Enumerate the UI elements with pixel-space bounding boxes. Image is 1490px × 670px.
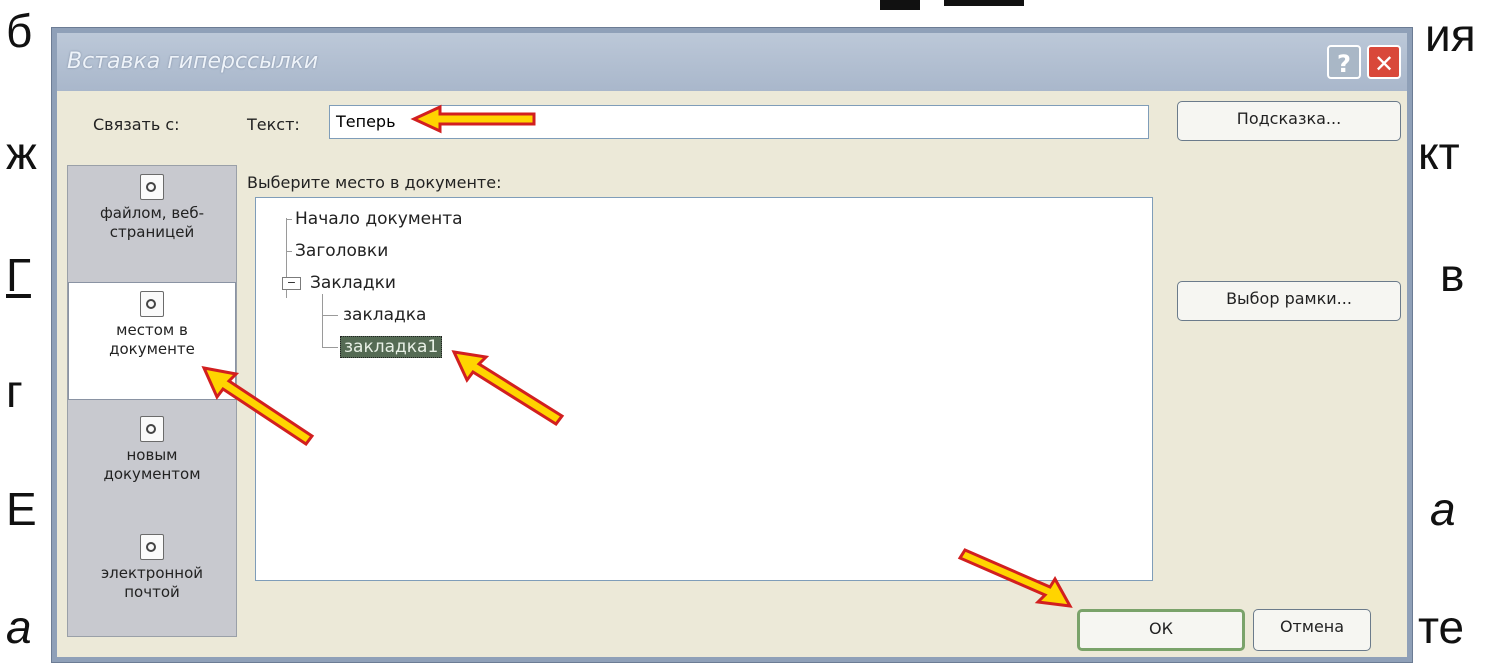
dialog-titlebar[interactable]: Вставка гиперссылки ? ✕ (57, 33, 1407, 91)
nav-item-label: новым (126, 446, 178, 464)
annotation-arrow-icon (957, 548, 1073, 608)
slide-text-fragment: кт (1418, 127, 1460, 179)
tree-line (322, 294, 323, 348)
collapse-icon[interactable]: − (282, 276, 301, 290)
nav-item-email[interactable]: электронной почтой (68, 526, 236, 644)
slide-text-stub (880, 0, 920, 10)
nav-item-label: файлом, веб- (99, 204, 205, 222)
choose-place-label: Выберите место в документе: (247, 173, 502, 192)
insert-hyperlink-dialog: Вставка гиперссылки ? ✕ Связать с: файло… (52, 28, 1412, 662)
tree-item[interactable]: Начало документа (292, 206, 466, 232)
annotation-arrow-icon (410, 104, 536, 134)
close-button[interactable]: ✕ (1367, 45, 1401, 79)
tree-line (322, 315, 338, 316)
annotation-arrow-icon (201, 365, 315, 446)
tree-item-label: Заголовки (295, 241, 389, 261)
tree-item[interactable]: − Закладки (282, 270, 399, 296)
dialog-title: Вставка гиперссылки (67, 49, 319, 74)
tree-item[interactable]: закладка (340, 302, 429, 328)
tree-item[interactable]: Заголовки (292, 238, 391, 264)
link-to-label: Связать с: (93, 115, 180, 134)
slide-text-fragment: те (1418, 601, 1465, 653)
slide-text-stub (944, 0, 1024, 6)
nav-item-label: документе (109, 340, 195, 358)
place-in-document-icon (140, 291, 164, 317)
cancel-button[interactable]: Отмена (1253, 609, 1371, 651)
nav-item-web-page[interactable]: файлом, веб- страницей (68, 166, 236, 284)
document-place-tree[interactable]: Начало документа Заголовки − Закладки зак… (255, 197, 1153, 581)
slide-text-fragment: Г (6, 249, 31, 301)
nav-item-label: почтой (124, 583, 180, 601)
new-document-icon (140, 416, 164, 442)
slide-text-fragment: а (6, 601, 32, 653)
nav-item-label: документом (103, 465, 201, 483)
nav-item-label: электронной (100, 564, 204, 582)
slide-text-fragment: ия (1425, 9, 1476, 61)
ok-button[interactable]: ОК (1077, 609, 1245, 651)
slide-text-fragment: г (6, 365, 23, 417)
tree-item-label: закладка (343, 305, 427, 325)
slide-text-fragment: ж (6, 127, 37, 179)
slide-text-fragment: в (1440, 249, 1465, 301)
slide-text-fragment: а (1430, 483, 1456, 535)
screen-tip-button[interactable]: Подсказка... (1177, 101, 1401, 141)
slide-text-fragment: Е (6, 483, 37, 535)
web-page-icon (140, 174, 164, 200)
target-frame-button[interactable]: Выбор рамки... (1177, 281, 1401, 321)
slide-text-fragment: б (6, 5, 33, 57)
email-icon (140, 534, 164, 560)
text-label: Текст: (247, 115, 300, 134)
nav-item-label: страницей (109, 223, 195, 241)
tree-item-label: закладка1 (340, 336, 443, 358)
help-button[interactable]: ? (1327, 45, 1361, 79)
annotation-arrow-icon (451, 350, 565, 426)
tree-line (322, 347, 338, 348)
tree-item-label: Начало документа (295, 209, 463, 229)
nav-item-label: местом в (116, 321, 188, 339)
tree-item-selected[interactable]: закладка1 (340, 334, 443, 360)
tree-item-label: Закладки (310, 273, 396, 293)
